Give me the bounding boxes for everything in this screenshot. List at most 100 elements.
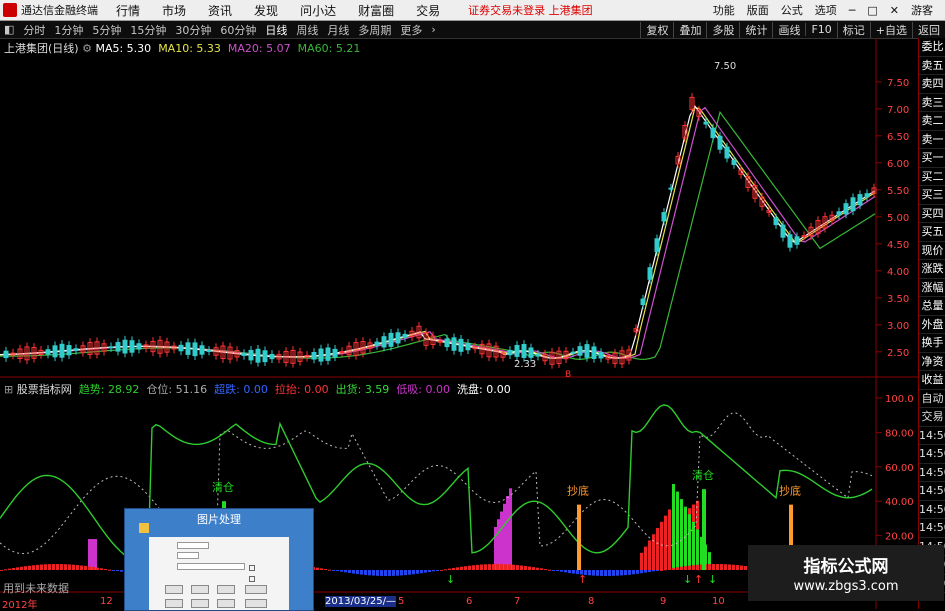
price-tick-label: 3.00	[887, 321, 909, 332]
period-1min[interactable]: 1分钟	[54, 22, 83, 38]
dialog-field-3[interactable]	[177, 563, 245, 570]
btn-overlay[interactable]: 叠加	[673, 21, 706, 38]
btn-stats[interactable]: 统计	[739, 21, 772, 38]
minimize-icon[interactable]: ─	[849, 4, 856, 17]
sidebar-item[interactable]: 卖二	[919, 112, 945, 131]
menu-news[interactable]: 资讯	[208, 2, 232, 19]
baseline-bar	[428, 570, 431, 572]
sidebar-item[interactable]: 买一	[919, 149, 945, 168]
period-multi[interactable]: 多周期	[358, 22, 391, 38]
indicator-icon[interactable]: ⊞	[4, 383, 13, 396]
sidebar-item[interactable]: 买四	[919, 205, 945, 223]
btn-back[interactable]: 返回	[912, 21, 945, 38]
btn-f10[interactable]: F10	[805, 23, 836, 36]
dialog-check-1[interactable]	[249, 565, 255, 571]
sidebar-item[interactable]: 自动	[919, 390, 945, 408]
sidebar-item[interactable]: 卖三	[919, 94, 945, 112]
sidebar-item[interactable]: 卖四	[919, 75, 945, 94]
btn-multi[interactable]: 多股	[706, 21, 739, 38]
btn-draw[interactable]: 画线	[772, 21, 805, 38]
btn-adjust[interactable]: 复权	[640, 21, 673, 38]
menu-quotes[interactable]: 行情	[116, 2, 140, 19]
menu-wealth[interactable]: 财富圈	[358, 2, 394, 19]
menu-formula[interactable]: 公式	[781, 2, 803, 18]
toolbar-left-icon[interactable]: ◧	[4, 23, 14, 36]
sidebar-item[interactable]: 涨跌	[919, 260, 945, 279]
sidebar-item[interactable]: 买三	[919, 186, 945, 205]
menu-layout[interactable]: 版面	[747, 2, 769, 18]
dialog-btn-6[interactable]	[191, 599, 209, 608]
dialog-btn-1[interactable]	[165, 585, 183, 594]
btn-add-watch[interactable]: +自选	[869, 21, 912, 38]
sidebar-item[interactable]: 净资	[919, 353, 945, 371]
baseline-bar	[616, 570, 619, 576]
period-60min[interactable]: 60分钟	[220, 22, 256, 38]
trend-label: 趋势:	[78, 383, 105, 396]
btn-mark[interactable]: 标记	[836, 21, 870, 38]
baseline-bar	[20, 566, 23, 570]
menu-trade[interactable]: 交易	[416, 2, 440, 19]
sidebar-item[interactable]: 买五	[919, 223, 945, 242]
period-30min[interactable]: 30分钟	[175, 22, 211, 38]
period-timeshare[interactable]: 分时	[23, 22, 45, 38]
period-monthly[interactable]: 月线	[327, 22, 349, 38]
period-more[interactable]: 更多	[400, 22, 422, 38]
menu-discover[interactable]: 发现	[254, 2, 278, 19]
price-tick-label: 6.50	[887, 132, 909, 143]
dialog-btn-4[interactable]	[245, 585, 267, 594]
dialog-btn-5[interactable]	[165, 599, 183, 608]
image-process-dialog[interactable]: 图片处理	[124, 508, 314, 611]
chevron-right-icon[interactable]: ›	[431, 23, 435, 36]
lift-bar	[668, 509, 671, 570]
baseline-bar	[108, 569, 111, 571]
sidebar-item[interactable]: 涨幅	[919, 279, 945, 297]
sidebar-item[interactable]: 换手	[919, 334, 945, 353]
signal-label: 清仓	[692, 468, 714, 482]
user-label[interactable]: 游客	[911, 2, 933, 18]
dialog-btn-3[interactable]	[217, 585, 235, 594]
dialog-btn-2[interactable]	[191, 585, 209, 594]
baseline-bar	[504, 564, 507, 570]
dialog-btn-8[interactable]	[245, 599, 267, 608]
period-5min[interactable]: 5分钟	[92, 22, 121, 38]
period-15min[interactable]: 15分钟	[130, 22, 166, 38]
sidebar-item[interactable]: 买二	[919, 168, 945, 186]
sidebar-item[interactable]: 委比	[919, 38, 945, 57]
menu-options[interactable]: 选项	[815, 2, 837, 18]
sidebar-item[interactable]: 14:50	[919, 482, 945, 501]
lift-value: 0.00	[304, 383, 329, 396]
menu-ask[interactable]: 问小达	[300, 2, 336, 19]
sidebar-item[interactable]: 14:50	[919, 519, 945, 538]
candle-body	[318, 348, 324, 362]
menu-market[interactable]: 市场	[162, 2, 186, 19]
sidebar-item[interactable]: 14:50	[919, 427, 945, 445]
sidebar-item[interactable]: 现价	[919, 242, 945, 260]
login-warning[interactable]: 证券交易未登录 上港集团	[468, 2, 593, 18]
dialog-field-1[interactable]	[177, 542, 209, 549]
candle-body	[640, 298, 646, 306]
signal-arrow-icon: ↑	[578, 573, 587, 586]
sidebar-item[interactable]: 卖一	[919, 131, 945, 149]
sidebar-item[interactable]: 14:50	[919, 445, 945, 464]
sidebar-item[interactable]: 外盘	[919, 316, 945, 334]
sidebar-item[interactable]: 交易	[919, 408, 945, 427]
period-daily[interactable]: 日线	[265, 22, 287, 38]
dialog-field-2[interactable]	[177, 552, 199, 559]
maximize-icon[interactable]: □	[867, 4, 877, 17]
sidebar-item[interactable]: 收益	[919, 371, 945, 390]
signal-bar	[577, 504, 581, 570]
sidebar-item[interactable]: 14:50	[919, 501, 945, 519]
period-weekly[interactable]: 周线	[296, 22, 318, 38]
sidebar-item[interactable]: 14:50	[919, 464, 945, 482]
baseline-bar	[712, 564, 715, 570]
sidebar-item[interactable]: 卖五	[919, 57, 945, 75]
close-icon[interactable]: ✕	[890, 4, 899, 17]
dialog-btn-7[interactable]	[217, 599, 235, 608]
indicator-name[interactable]: 股票指标网	[17, 383, 72, 396]
candle-body	[339, 351, 345, 354]
sidebar-item[interactable]: 总量	[919, 297, 945, 316]
dialog-check-2[interactable]	[249, 576, 255, 582]
absorb-bar	[494, 527, 497, 570]
dialog-body[interactable]	[149, 537, 289, 610]
menu-function[interactable]: 功能	[713, 2, 735, 18]
